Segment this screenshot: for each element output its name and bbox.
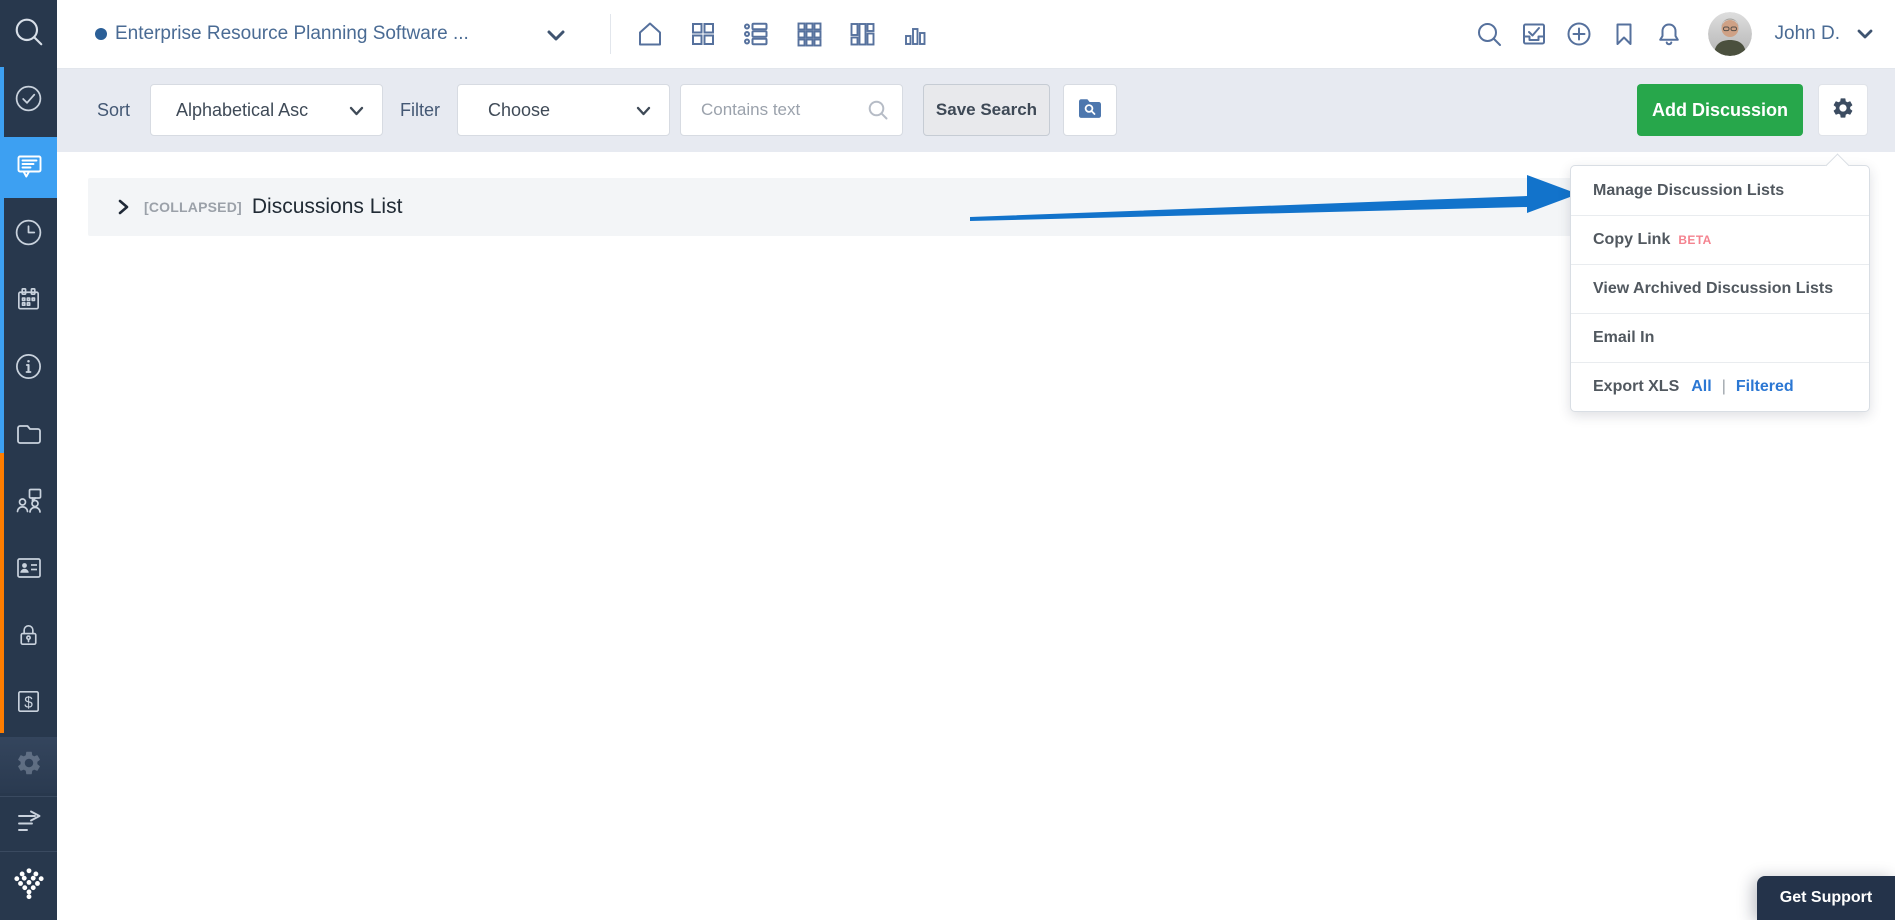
search-icon: [13, 16, 45, 53]
get-support-button[interactable]: Get Support: [1757, 876, 1895, 920]
header-actions: John D.: [1475, 0, 1873, 68]
sidebar-item-contacts[interactable]: [0, 541, 57, 599]
link-separator: |: [1721, 378, 1726, 395]
sidebar-item-files[interactable]: [0, 407, 57, 465]
project-status-dot: [95, 28, 107, 40]
menu-item-label: Copy Link: [1593, 231, 1671, 248]
sidebar-item-permissions[interactable]: [0, 608, 57, 666]
beta-badge: BETA: [1678, 233, 1712, 247]
contacts-icon: [14, 553, 44, 588]
export-all-link[interactable]: All: [1691, 378, 1711, 396]
left-sidebar: $: [0, 0, 57, 920]
view-switcher: [635, 0, 930, 68]
add-circle-icon[interactable]: [1565, 20, 1593, 48]
sidebar-item-discussions[interactable]: [0, 137, 57, 198]
sort-select[interactable]: Alphabetical Asc: [150, 84, 383, 136]
billing-icon: $: [14, 687, 43, 721]
columns-view-icon[interactable]: [847, 19, 877, 49]
menu-item-label: Export XLS: [1593, 378, 1680, 395]
team-discussion-icon: [14, 486, 44, 521]
sidebar-collapse-button[interactable]: [0, 795, 57, 853]
sidebar-item-billing[interactable]: $: [0, 675, 57, 733]
chevron-down-icon: [636, 100, 651, 121]
collapsed-tag: [COLLAPSED]: [144, 199, 242, 215]
menu-item-view-archived-discussion-lists[interactable]: View Archived Discussion Lists: [1571, 264, 1869, 313]
export-filtered-link[interactable]: Filtered: [1736, 378, 1794, 396]
info-icon: [14, 352, 43, 386]
project-title[interactable]: Enterprise Resource Planning Software ..…: [115, 0, 469, 68]
sidebar-item-tasks[interactable]: [0, 72, 57, 130]
svg-text:$: $: [24, 694, 33, 711]
calendar-icon: [14, 285, 43, 319]
header-divider: [610, 14, 611, 54]
filter-label: Filter: [400, 99, 440, 120]
sidebar-item-info[interactable]: [0, 340, 57, 398]
sort-select-value: Alphabetical Asc: [176, 99, 309, 120]
chevron-down-icon: [349, 100, 364, 121]
sort-label: Sort: [97, 99, 131, 120]
add-discussion-button[interactable]: Add Discussion: [1637, 84, 1803, 136]
menu-item-label: Email In: [1593, 329, 1655, 346]
menu-item-copy-link[interactable]: Copy Link BETA: [1571, 215, 1869, 264]
gear-icon: [1831, 96, 1855, 125]
sidebar-item-settings[interactable]: [0, 737, 57, 793]
clock-icon: [14, 218, 43, 252]
saved-searches-button[interactable]: [1063, 84, 1117, 136]
menu-item-label: Manage Discussion Lists: [1593, 181, 1785, 199]
sidebar-item-search[interactable]: [0, 5, 57, 63]
filter-select-value: Choose: [488, 99, 551, 120]
save-search-button[interactable]: Save Search: [923, 84, 1050, 136]
bar-chart-icon[interactable]: [900, 19, 930, 49]
company-logo: [11, 866, 47, 907]
sidebar-divider: [0, 851, 57, 852]
filter-toolbar: Sort Alphabetical Asc Filter Choose Save…: [57, 68, 1895, 152]
avatar[interactable]: [1707, 12, 1752, 56]
list-settings-menu: Manage Discussion Lists Copy Link BETA V…: [1570, 153, 1870, 412]
tasks-inbox-icon[interactable]: [1520, 20, 1548, 48]
notifications-icon[interactable]: [1655, 20, 1683, 48]
sidebar-logo[interactable]: [0, 855, 57, 917]
menu-item-export-xls: Export XLS All | Filtered: [1571, 362, 1869, 411]
filter-select[interactable]: Choose: [457, 84, 670, 136]
grid-2x2-icon[interactable]: [688, 19, 718, 49]
sidebar-item-calendar[interactable]: [0, 273, 57, 331]
top-header: Enterprise Resource Planning Software ..…: [57, 0, 1895, 69]
list-settings-button[interactable]: [1818, 84, 1868, 136]
chevron-right-icon[interactable]: [116, 199, 130, 215]
bookmark-icon[interactable]: [1610, 20, 1638, 48]
discussions-icon: [14, 150, 44, 185]
menu-item-label: View Archived Discussion Lists: [1593, 280, 1834, 297]
sidebar-item-team-discussions[interactable]: [0, 474, 57, 532]
contains-text-input[interactable]: [680, 84, 903, 136]
section-title: Discussions List: [251, 195, 403, 218]
menu-item-email-in[interactable]: Email In: [1571, 313, 1869, 362]
app-root: $ Enterprise Resource Planning Software …: [0, 0, 1895, 920]
sidebar-item-time[interactable]: [0, 206, 57, 264]
folder-search-icon: [1077, 96, 1103, 125]
search-icon[interactable]: [1475, 20, 1503, 48]
user-name[interactable]: John D.: [1775, 23, 1840, 45]
lock-icon: [14, 620, 43, 654]
user-chevron-down-icon[interactable]: [1857, 29, 1873, 39]
chevron-down-icon[interactable]: [547, 29, 565, 47]
discussions-list-collapsed-row[interactable]: [COLLAPSED] Discussions List: [88, 178, 1808, 236]
folder-icon: [14, 419, 44, 454]
list-view-icon[interactable]: [741, 19, 771, 49]
settings-icon-dimmed: [15, 749, 43, 782]
home-icon[interactable]: [635, 19, 665, 49]
check-circle-icon: [14, 84, 43, 118]
menu-item-manage-discussion-lists[interactable]: Manage Discussion Lists: [1571, 166, 1869, 215]
grid-3x3-icon[interactable]: [794, 19, 824, 49]
collapse-arrow-icon: [14, 807, 44, 842]
